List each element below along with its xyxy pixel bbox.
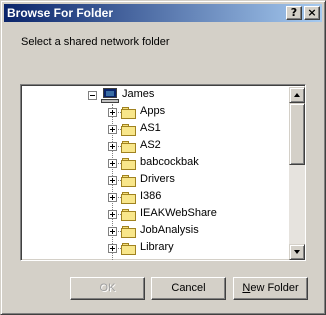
window-title: Browse For Folder <box>7 6 114 20</box>
arrow-up-icon <box>294 93 300 97</box>
title-bar[interactable]: Browse For Folder ? × <box>4 4 322 22</box>
expand-icon[interactable] <box>108 176 117 185</box>
folder-icon <box>121 208 137 221</box>
cancel-button[interactable]: Cancel <box>151 277 226 300</box>
tree-item-partial[interactable] <box>23 257 289 260</box>
tree-item-label: IEAKWebShare <box>140 207 217 219</box>
tree-item[interactable]: AS2 <box>23 138 289 155</box>
new-folder-label: ew Folder <box>250 282 299 294</box>
scroll-down-button[interactable] <box>289 244 305 260</box>
folder-tree[interactable]: James Apps AS1 AS2 babcockbak Drivers I3… <box>20 84 306 261</box>
tree-item-label: Apps <box>140 105 166 117</box>
tree-item-label: Library <box>140 241 174 253</box>
tree-item-label: James <box>122 88 155 100</box>
tree-viewport: James Apps AS1 AS2 babcockbak Drivers I3… <box>23 87 289 260</box>
expand-icon[interactable] <box>108 244 117 253</box>
scroll-up-button[interactable] <box>289 87 305 103</box>
folder-icon <box>121 140 137 153</box>
close-button[interactable]: × <box>304 6 320 20</box>
tree-item-label: JobAnalysis <box>140 224 199 236</box>
ok-button[interactable]: OK <box>70 277 145 300</box>
new-folder-button[interactable]: New Folder <box>233 277 308 300</box>
tree-item[interactable]: Library <box>23 240 289 257</box>
vertical-scrollbar[interactable] <box>289 87 305 260</box>
folder-icon <box>121 106 137 119</box>
expand-icon[interactable] <box>108 159 117 168</box>
browse-for-folder-dialog: Browse For Folder ? × Select a shared ne… <box>0 0 326 315</box>
arrow-down-icon <box>294 250 300 254</box>
collapse-icon[interactable] <box>88 91 97 100</box>
folder-icon <box>121 174 137 187</box>
tree-item[interactable]: babcockbak <box>23 155 289 172</box>
tree-item[interactable]: JobAnalysis <box>23 223 289 240</box>
tree-item-label: babcockbak <box>140 156 199 168</box>
help-button[interactable]: ? <box>286 6 302 20</box>
folder-icon <box>121 259 137 260</box>
expand-icon[interactable] <box>108 193 117 202</box>
folder-icon <box>121 123 137 136</box>
tree-item[interactable]: AS1 <box>23 121 289 138</box>
folder-icon <box>121 242 137 255</box>
expand-icon[interactable] <box>108 227 117 236</box>
tree-item[interactable]: Apps <box>23 104 289 121</box>
expand-icon[interactable] <box>108 125 117 134</box>
tree-item-label: AS1 <box>140 122 161 134</box>
prompt-text: Select a shared network folder <box>21 36 170 48</box>
expand-icon[interactable] <box>108 210 117 219</box>
expand-icon[interactable] <box>108 108 117 117</box>
tree-item-root[interactable]: James <box>23 87 289 104</box>
tree-item-label: Drivers <box>140 173 175 185</box>
folder-icon <box>121 225 137 238</box>
tree-item-label: AS2 <box>140 139 161 151</box>
computer-icon <box>101 88 119 103</box>
tree-item[interactable]: IEAKWebShare <box>23 206 289 223</box>
folder-icon <box>121 191 137 204</box>
tree-item[interactable]: I386 <box>23 189 289 206</box>
scroll-thumb[interactable] <box>289 103 305 165</box>
folder-icon <box>121 157 137 170</box>
tree-item-label: I386 <box>140 190 162 202</box>
tree-item[interactable]: Drivers <box>23 172 289 189</box>
expand-icon[interactable] <box>108 142 117 151</box>
